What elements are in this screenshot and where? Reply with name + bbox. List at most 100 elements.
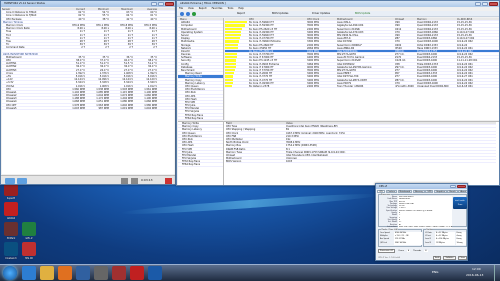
tab-graphics[interactable]: Graphics: [434, 189, 447, 193]
desktop-icon-11[interactable]: MSI AB: [22, 242, 36, 260]
validate-button[interactable]: Validate: [443, 255, 456, 260]
cpuz-tabs: CPU Caches Mainboard Memory SPD Graphics Bench…: [376, 189, 467, 193]
bench-cell: 9-9-9-24 CR1: [457, 46, 473, 49]
refresh-button[interactable]: [192, 12, 196, 16]
close-button[interactable]: [457, 184, 466, 188]
cpuz-close-button[interactable]: Close: [457, 255, 467, 260]
tab-memory[interactable]: Memory: [412, 189, 425, 193]
tab-about[interactable]: About: [458, 189, 467, 193]
desktop-icon-10[interactable]: GPU-Z: [22, 222, 36, 240]
hwinfo-sensor-grid[interactable]: Sensor Current Minimum Maximum Average C…: [2, 8, 175, 174]
maximize-button[interactable]: [158, 2, 164, 6]
tree-item[interactable]: FP64 Ray-Trace: [178, 163, 223, 167]
aida-taskbar-icon[interactable]: [130, 266, 144, 280]
bench-col[interactable]: Chipset: [395, 18, 417, 20]
processor-select[interactable]: Processor #1: [378, 249, 396, 253]
hwinfo-taskbar-icon[interactable]: [112, 266, 126, 280]
tab-bench[interactable]: Bench: [447, 189, 458, 193]
sensor-value: 40.0 °C: [124, 59, 133, 62]
cache-size: 12 MBytes: [435, 241, 455, 246]
bench-col[interactable]: CL-RCD-RP-R: [457, 18, 497, 20]
bench-col[interactable]: CPU: [249, 18, 307, 20]
close-button[interactable]: [489, 2, 498, 6]
toolbar-bios-updates[interactable]: BIOS Updates: [272, 12, 288, 15]
toolbar-bios-update-green[interactable]: BIOS Update: [355, 12, 370, 15]
forward-button[interactable]: [186, 12, 190, 16]
aida-bench-grid[interactable]: CPU CPU Clock Motherboard Chipset Memory CL-R…: [225, 18, 499, 120]
toolbar-report[interactable]: Report: [237, 12, 245, 15]
desktop-icon-8[interactable]: 3DMark: [4, 222, 18, 240]
hwinfo-titlebar[interactable]: HWiNFO64 v5.14 Sensor Status: [1, 1, 175, 7]
tree-item[interactable]: FP64 Ray-Trace: [178, 117, 223, 120]
detail-row[interactable]: BIOS Version 1003: [226, 160, 496, 164]
tab-caches[interactable]: Caches: [385, 189, 397, 193]
cpuz-taskbar-icon[interactable]: [148, 266, 162, 280]
sensor-value: 51.5 °C: [124, 62, 133, 65]
start-button[interactable]: [3, 266, 17, 280]
hwinfo-window[interactable]: HWiNFO64 v5.14 Sensor Status Sensor Curr…: [0, 0, 176, 185]
nav-left-button[interactable]: [5, 178, 15, 184]
cpuz-titlebar[interactable]: CPU-Z: [376, 184, 467, 189]
aida-titlebar[interactable]: AIDA64 Extreme [ TRIAL VERSION ]: [177, 1, 499, 7]
bench-row[interactable]: 8x Opteron 2378 2400 MHz Tyan Thunder n360…: [225, 84, 499, 89]
sensor-value: 1,004 RPM: [144, 106, 157, 109]
back-button[interactable]: [180, 12, 184, 16]
language-indicator[interactable]: ENG: [432, 270, 438, 274]
show-desktop-button[interactable]: [494, 265, 499, 281]
desktop-icon-7[interactable]: AIDA64: [4, 202, 18, 220]
col-minimum[interactable]: Minimum: [86, 8, 110, 10]
col-current[interactable]: Current: [62, 8, 86, 10]
aida64-window[interactable]: AIDA64 Extreme [ TRIAL VERSION ] File Vie…: [176, 0, 500, 186]
sensor-value: 1,019 RPM: [120, 106, 133, 109]
col-field[interactable]: Field: [226, 122, 286, 124]
bench-col[interactable]: CPU Clock: [307, 18, 337, 20]
media-taskbar-icon[interactable]: [58, 266, 72, 280]
toolbar-driver-updates[interactable]: Driver Updates: [312, 12, 330, 15]
reset-button[interactable]: [131, 178, 138, 184]
nav-right-button[interactable]: [17, 178, 27, 184]
tab-cpu[interactable]: CPU: [377, 189, 386, 193]
minimize-button[interactable]: [450, 184, 456, 188]
tab-spd[interactable]: SPD: [425, 189, 434, 193]
sensor-value: 876.8 MHz: [120, 23, 133, 27]
col-maximum[interactable]: Maximum: [110, 8, 134, 10]
sensor-value: 8.00 x: [149, 27, 158, 30]
bench-col[interactable]: Memory: [417, 18, 457, 20]
app-taskbar-icon[interactable]: [94, 266, 108, 280]
bench-cell: 2666 MHz: [307, 46, 319, 49]
sensor-value: 1,102 RPM: [72, 90, 85, 94]
clock-date[interactable]: 2016-06-13: [466, 273, 483, 277]
minimize-button[interactable]: [151, 2, 157, 6]
sensor-name: Tras: [6, 39, 11, 43]
sensor-value: 36 °C: [126, 55, 133, 58]
desktop-icon-9[interactable]: Cinebench: [4, 242, 18, 260]
aida-menu-tree[interactable]: Menu AIDA64 Computer Motherboard Operating …: [178, 18, 224, 120]
sensor-settings-button[interactable]: [121, 178, 128, 184]
bench-cell: 3400 MHz: [307, 78, 319, 81]
close-sensors-button[interactable]: [165, 178, 172, 184]
sensor-value: 5.016 V: [147, 74, 157, 78]
sensor-name: Chassis4: [6, 100, 17, 103]
sensor-value: 876.5 MHz: [144, 23, 157, 27]
sensor-row[interactable]: Chassis5 1,003 RPM 987 RPM 1,019 RPM 1,004 R…: [2, 106, 175, 110]
sensor-value: 1,068 RPM: [72, 100, 85, 103]
bench-col[interactable]: Motherboard: [337, 18, 395, 20]
cpuz-window[interactable]: CPU-Z CPU Caches Mainboard Memory SPD Graphic…: [375, 183, 468, 261]
close-button[interactable]: [165, 2, 174, 6]
maximize-button[interactable]: [482, 2, 488, 6]
col-score[interactable]: [225, 18, 249, 20]
tab-mainboard[interactable]: Mainboard: [397, 189, 413, 193]
detail-value: 8:1: [286, 147, 290, 150]
minimize-button[interactable]: [475, 2, 481, 6]
tools-button[interactable]: Tools: [432, 255, 442, 260]
col-value[interactable]: Value: [286, 122, 486, 124]
detail-grid[interactable]: Field Value CPU Type QuadCore Intel Xeon …: [226, 122, 496, 185]
ie-taskbar-icon[interactable]: [22, 266, 36, 280]
explorer-taskbar-icon[interactable]: [40, 266, 54, 280]
bottom-tree[interactable]: Memory Write Memory Copy Memory Latency CPU…: [178, 122, 224, 185]
app-taskbar-icon[interactable]: [76, 266, 90, 280]
clock-time[interactable]: 12:00: [472, 267, 481, 271]
col-average[interactable]: Average: [134, 8, 158, 10]
bench-cell: Quad DDR4-2133: [417, 33, 438, 37]
col-sensor[interactable]: Sensor: [2, 8, 62, 10]
